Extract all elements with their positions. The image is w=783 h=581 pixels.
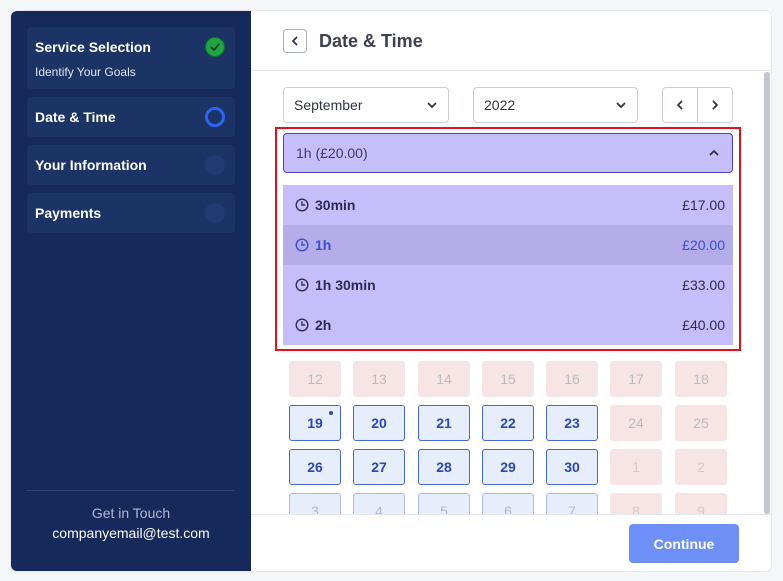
option-name: 1h 30min (315, 277, 376, 293)
today-indicator-dot (329, 411, 333, 415)
clock-icon (295, 238, 309, 252)
duration-option-30min[interactable]: 30min £17.00 (283, 185, 733, 225)
booking-widget: Service Selection Identify Your Goals Da… (11, 11, 771, 571)
step-active-ring-icon (205, 107, 225, 127)
calendar-day: 14 (418, 361, 470, 397)
calendar-day: 13 (353, 361, 405, 397)
calendar-day: 2 (675, 449, 727, 485)
year-value: 2022 (484, 97, 516, 113)
calendar-day: 1 (610, 449, 662, 485)
calendar-day[interactable]: 3 (289, 493, 341, 514)
main-panel: Date & Time September 2022 12 13 14 15 1… (251, 11, 771, 571)
prev-month-button[interactable] (663, 88, 697, 122)
calendar-day[interactable]: 29 (482, 449, 534, 485)
sidebar-step-payments[interactable]: Payments (27, 193, 235, 233)
step-label: Payments (35, 205, 102, 221)
calendar-day: 15 (482, 361, 534, 397)
duration-selected-value: 1h (£20.00) (296, 145, 368, 161)
step-label: Service Selection (35, 39, 151, 55)
calendar-day[interactable]: 30 (546, 449, 598, 485)
sidebar-step-date-time[interactable]: Date & Time (27, 97, 235, 137)
header: Date & Time (251, 11, 771, 71)
calendar-day: 17 (610, 361, 662, 397)
calendar-day[interactable]: 23 (546, 405, 598, 441)
calendar-day[interactable]: 20 (353, 405, 405, 441)
scrollbar-thumb[interactable] (764, 72, 770, 514)
clock-icon (295, 198, 309, 212)
calendar-day[interactable]: 6 (482, 493, 534, 514)
sidebar-divider (27, 490, 235, 491)
calendar-day[interactable]: 27 (353, 449, 405, 485)
calendar-day: 16 (546, 361, 598, 397)
calendar-day: 18 (675, 361, 727, 397)
option-name: 30min (315, 197, 356, 213)
calendar-day: 24 (610, 405, 662, 441)
sidebar: Service Selection Identify Your Goals Da… (11, 11, 251, 571)
month-select[interactable]: September (283, 87, 449, 123)
continue-button[interactable]: Continue (629, 524, 739, 563)
year-select[interactable]: 2022 (473, 87, 638, 123)
calendar-day: 8 (610, 493, 662, 514)
footer: Continue (251, 514, 771, 571)
calendar-day[interactable]: 21 (418, 405, 470, 441)
calendar-day[interactable]: 19 (289, 405, 341, 441)
chevron-left-icon (677, 100, 683, 110)
sidebar-step-service-selection[interactable]: Service Selection Identify Your Goals (27, 27, 235, 89)
calendar-day[interactable]: 5 (418, 493, 470, 514)
option-price: £20.00 (682, 237, 725, 253)
option-name: 1h (315, 237, 332, 253)
option-name: 2h (315, 317, 332, 333)
contact-email[interactable]: companyemail@test.com (11, 525, 251, 541)
calendar-day: 12 (289, 361, 341, 397)
duration-select[interactable]: 1h (£20.00) (283, 133, 733, 173)
duration-option-2h[interactable]: 2h £40.00 (283, 305, 733, 345)
calendar-day[interactable]: 4 (353, 493, 405, 514)
step-label: Date & Time (35, 109, 116, 125)
content-scrollbar[interactable] (764, 72, 770, 514)
calendar-day: 25 (675, 405, 727, 441)
clock-icon (295, 278, 309, 292)
contact-title: Get in Touch (91, 505, 171, 521)
chevron-right-icon (712, 100, 718, 110)
step-pending-dot-icon (205, 203, 225, 223)
option-price: £33.00 (682, 277, 725, 293)
chevron-up-icon (709, 150, 719, 156)
duration-option-1h[interactable]: 1h £20.00 (283, 225, 733, 265)
duration-option-1h-30min[interactable]: 1h 30min £33.00 (283, 265, 733, 305)
clock-icon (295, 318, 309, 332)
option-price: £40.00 (682, 317, 725, 333)
chevron-down-icon (616, 102, 626, 108)
option-price: £17.00 (682, 197, 725, 213)
back-button[interactable] (283, 29, 307, 53)
chevron-down-icon (427, 102, 437, 108)
calendar-day[interactable]: 26 (289, 449, 341, 485)
calendar-day[interactable]: 22 (482, 405, 534, 441)
month-nav (662, 87, 733, 123)
step-sublabel: Identify Your Goals (35, 65, 136, 79)
duration-options-list: 30min £17.00 1h £20.00 1h 30min £33.00 2… (283, 185, 733, 345)
sidebar-step-your-information[interactable]: Your Information (27, 145, 235, 185)
month-value: September (294, 97, 363, 113)
step-label: Your Information (35, 157, 147, 173)
chevron-left-icon (292, 36, 298, 46)
step-complete-check-icon (205, 37, 225, 57)
calendar-day[interactable]: 7 (546, 493, 598, 514)
next-month-button[interactable] (697, 88, 732, 122)
booking-content: September 2022 12 13 14 15 16 17 18 19 2… (251, 72, 771, 514)
step-pending-dot-icon (205, 155, 225, 175)
page-title: Date & Time (319, 31, 423, 51)
calendar-day: 9 (675, 493, 727, 514)
calendar-day[interactable]: 28 (418, 449, 470, 485)
